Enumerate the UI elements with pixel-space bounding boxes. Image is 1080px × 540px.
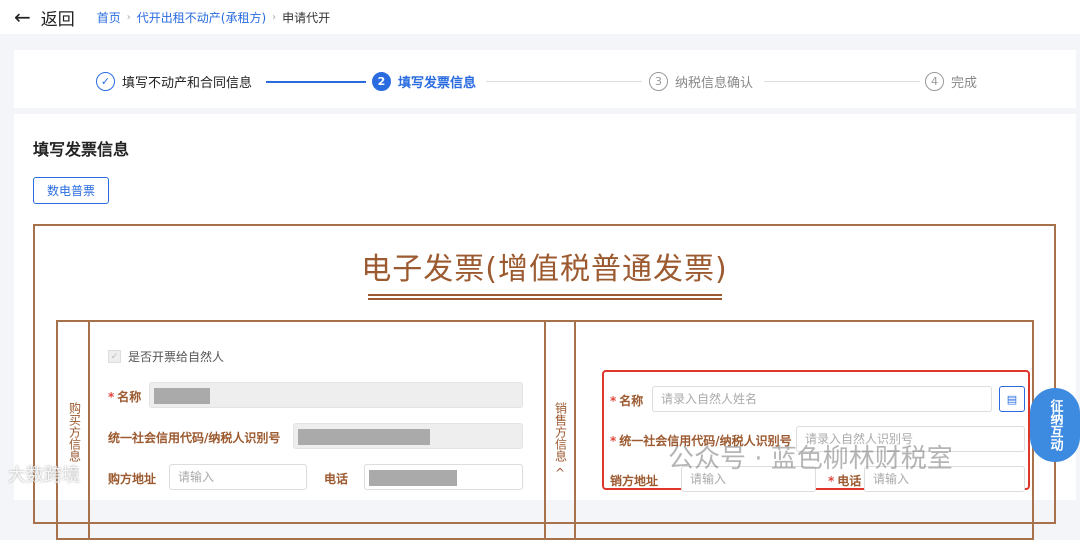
seller-phone-input[interactable]: 请输入 [864,466,1025,492]
redacted [369,470,457,486]
seller-tax-id-input[interactable]: 请录入自然人识别号 [796,426,1025,452]
seller-tax-id-label: * 统一社会信用代码/纳税人识别号 [610,434,792,448]
breadcrumb-rental[interactable]: 代开出租不动产(承租方) [137,9,266,26]
check-icon: ✓ [96,72,115,91]
breadcrumb: 首页 › 代开出租不动产(承租方) › 申请代开 [97,9,330,26]
breadcrumb-current: 申请代开 [282,10,331,25]
buyer-side-label: 购买方信息 [60,402,88,466]
step-label: 纳税信息确认 [675,76,754,91]
seller-name-label: * 名称 [610,394,644,408]
list-icon: ▤ [1006,392,1018,406]
step-number: 3 [649,72,668,91]
natural-person-checkbox[interactable]: ✓ 是否开票给自然人 [108,348,224,365]
step-label: 填写发票信息 [398,76,477,91]
buyer-address-input[interactable]: 请输入 [169,464,307,490]
redacted [154,388,210,404]
main-card: ✓ 填写不动产和合同信息 2 填写发票信息 3 纳税信息确认 4 完成 填写发票信息 数… [14,50,1076,540]
step-3: 3 纳税信息确认 [649,72,753,91]
top-bar: ← 返回 首页 › 代开出租不动产(承租方) › 申请代开 [0,0,1080,34]
step-1: ✓ 填写不动产和合同信息 [96,72,252,91]
buyer-name-label: * 名称 [108,390,142,404]
breadcrumb-home[interactable]: 首页 [97,9,121,26]
checkbox-check-icon: ✓ [108,350,121,363]
chevron-right-icon: › [272,11,277,23]
invoice-frame: 电子发票(增值税普通发票) 购买方信息 ✓ 是否开票给自然人 * 名称 统一社会信… [33,224,1056,540]
seller-area: * 名称 请录入自然人姓名 ▤ * 统一社会信用代码/纳税人识别号 请录入自然人识别… [574,322,1034,538]
step-connector [266,81,366,83]
buyer-address-label: 购方地址 [108,472,157,486]
buyer-phone-label: 电话 [324,472,349,486]
seller-phone-label: * 电话 [828,474,862,488]
step-4: 4 完成 [925,72,977,91]
back-button[interactable]: ← 返回 [14,5,75,30]
buyer-name-input[interactable] [149,382,523,408]
step-number: 2 [372,72,391,91]
section-title: 填写发票信息 [33,140,130,159]
buyer-phone-input[interactable] [364,464,523,490]
invoice-type-button[interactable]: 数电普票 [33,177,109,204]
arrow-left-icon: ← [14,5,31,29]
seller-address-input[interactable]: 请输入 [681,466,816,492]
divider [88,322,90,538]
buyer-side-text: 购买方信息 [67,402,82,462]
buyer-tax-id-label: 统一社会信用代码/纳税人识别号 [108,431,281,445]
stepper: ✓ 填写不动产和合同信息 2 填写发票信息 3 纳税信息确认 4 完成 [14,50,1076,114]
step-2: 2 填写发票信息 [372,72,476,91]
redacted [298,429,430,445]
tax-interaction-widget[interactable]: 征纳互动 [1030,388,1080,462]
title-underline [368,294,722,300]
step-number: 4 [925,72,944,91]
step-label: 填写不动产和合同信息 [122,76,253,91]
buyer-tax-id-input[interactable] [293,423,523,449]
checkbox-label: 是否开票给自然人 [128,350,225,364]
seller-side-label: 销售方信息 ^ [546,402,574,481]
seller-name-input[interactable]: 请录入自然人姓名 [652,386,992,412]
chevron-right-icon: › [126,11,131,23]
party-table: 购买方信息 ✓ 是否开票给自然人 * 名称 统一社会信用代码/纳税人识别号 购方地… [56,320,1034,540]
step-label: 完成 [951,76,978,91]
select-person-button[interactable]: ▤ [999,386,1025,412]
seller-address-label: 销方地址 [610,474,659,488]
seller-side-text: 销售方信息 [553,402,568,462]
step-connector [764,81,920,82]
back-label: 返回 [40,9,75,30]
collapse-icon[interactable]: ^ [546,466,574,481]
invoice-title: 电子发票(增值税普通发票) [361,252,728,287]
step-connector [486,81,642,82]
